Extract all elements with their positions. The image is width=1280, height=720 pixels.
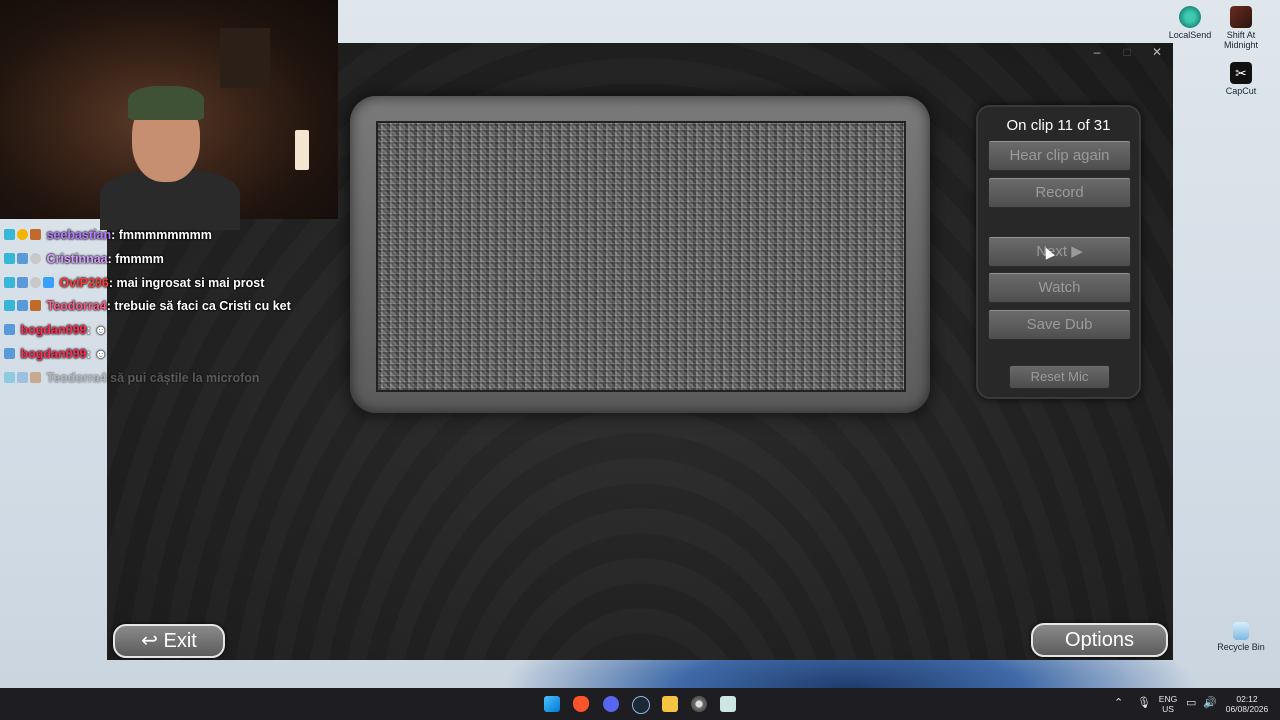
close-button[interactable]: ✕ [1142, 45, 1172, 59]
start-icon[interactable] [544, 696, 560, 712]
hear-clip-again-button[interactable]: Hear clip again [988, 140, 1131, 171]
badge-icon [17, 252, 28, 264]
game-shortcut-icon [1230, 6, 1252, 28]
reset-mic-button[interactable]: Reset Mic [1009, 365, 1110, 389]
desktop-icon-label: Shift At Midnight [1223, 30, 1259, 50]
chat-text: mai ingrosat si mai prost [116, 275, 265, 290]
badge-icon [17, 300, 28, 312]
badge-icon [4, 252, 15, 264]
badge-icon [17, 371, 28, 383]
exit-button[interactable]: ↩ Exit [113, 624, 225, 658]
maximize-button[interactable]: □ [1112, 45, 1142, 59]
badge-icon [17, 229, 28, 240]
gem-icon [43, 276, 54, 288]
time-text: 02:12 [1236, 694, 1258, 704]
brave-icon[interactable] [573, 696, 589, 712]
chrome-like-icon[interactable] [691, 696, 707, 712]
clock[interactable]: 02:12 06/08/2026 [1222, 694, 1272, 714]
desktop-icon-recycle-bin[interactable]: Recycle Bin [1211, 622, 1271, 652]
steam-icon[interactable] [632, 696, 650, 714]
save-dub-button[interactable]: Save Dub [988, 309, 1131, 340]
chat-username: bogdan099 [20, 346, 87, 361]
volume-icon[interactable]: 🔊 [1203, 698, 1217, 709]
badge-icon [30, 229, 41, 240]
language-code: ENG [1158, 694, 1178, 704]
microphone-icon[interactable]: 🎙 [1137, 698, 1151, 709]
localsend-icon [1179, 6, 1201, 28]
chat-message: bogdan099: ☻ [4, 323, 334, 347]
chat-text: să pui căștile la microfon [110, 370, 260, 385]
app-window-icon[interactable] [720, 696, 736, 712]
desktop-icon-label: Recycle Bin [1217, 642, 1265, 652]
chat-username: Teodorra4 [46, 299, 107, 314]
desktop-icon-shift-at-midnight[interactable]: Shift At Midnight [1211, 6, 1271, 50]
chat-username: bogdan099 [20, 323, 87, 338]
minimize-button[interactable]: – [1082, 45, 1112, 59]
static-video-screen [376, 121, 906, 392]
next-button[interactable]: Next ▶ [988, 236, 1131, 267]
badge-icon [30, 276, 41, 288]
tv-frame [350, 96, 930, 413]
recycle-bin-icon [1233, 622, 1249, 640]
desktop-icon-label: CapCut [1225, 86, 1257, 96]
discord-icon[interactable] [603, 696, 619, 712]
desktop-icon-label: LocalSend [1168, 30, 1212, 40]
badge-icon [30, 371, 41, 383]
badge-icon [4, 324, 15, 336]
date-text: 06/08/2026 [1225, 704, 1269, 714]
chat-username: OviP206 [59, 275, 109, 290]
chat-text: fmmmmmmmm [118, 228, 212, 242]
badge-icon [30, 252, 41, 264]
badge-icon [4, 229, 15, 240]
chat-username: Teodorra4 [46, 370, 107, 385]
lamp [295, 130, 309, 170]
language-indicator[interactable]: ENG US [1156, 694, 1180, 714]
clip-status: On clip 11 of 31 [1006, 117, 1111, 134]
file-explorer-icon[interactable] [662, 696, 678, 712]
badge-icon [30, 300, 41, 312]
emote-icon: ☻ [94, 323, 108, 338]
record-button[interactable]: Record [988, 177, 1131, 208]
chat-username: seebastian [46, 228, 112, 242]
webcam-overlay [0, 0, 338, 230]
desktop-icon-capcut[interactable]: ✂ CapCut [1211, 62, 1271, 96]
streamer-hat [128, 86, 204, 120]
chat-message: Teodorra4 să pui căștile la microfon [4, 371, 334, 395]
region-code: US [1162, 704, 1174, 714]
chat-overlay: seebastian: fmmmmmmmm Cristinnaa: fmmmm … [4, 228, 334, 395]
wall-poster [220, 28, 270, 88]
badge-icon [4, 347, 15, 359]
clip-control-panel: On clip 11 of 31 Hear clip again Record … [976, 105, 1141, 399]
options-button[interactable]: Options [1031, 623, 1168, 657]
badge-icon [4, 300, 15, 312]
badge-icon [4, 371, 15, 383]
chat-message: bogdan099: ☻ [4, 347, 334, 371]
badge-icon [4, 276, 15, 288]
watch-button[interactable]: Watch [988, 272, 1131, 303]
chat-username: Cristinnaa [46, 251, 108, 266]
badge-icon [17, 276, 28, 288]
taskbar: ⌃ 🎙 ENG US ▭ 🔊 02:12 06/08/2026 [0, 688, 1280, 720]
capcut-icon: ✂ [1230, 62, 1252, 84]
chat-text: fmmmm [115, 251, 164, 266]
network-icon[interactable]: ▭ [1186, 698, 1196, 709]
chat-message: Teodorra4: trebuie să faci ca Cristi cu … [4, 299, 334, 323]
chat-message: OviP206: mai ingrosat si mai prost [4, 276, 334, 300]
chat-text: trebuie să faci ca Cristi cu ket [114, 299, 291, 314]
emote-icon: ☻ [94, 346, 108, 361]
chat-message: seebastian: fmmmmmmmm [4, 228, 334, 252]
show-hidden-icons-icon[interactable]: ⌃ [1114, 698, 1123, 709]
chat-message: Cristinnaa: fmmmm [4, 252, 334, 276]
